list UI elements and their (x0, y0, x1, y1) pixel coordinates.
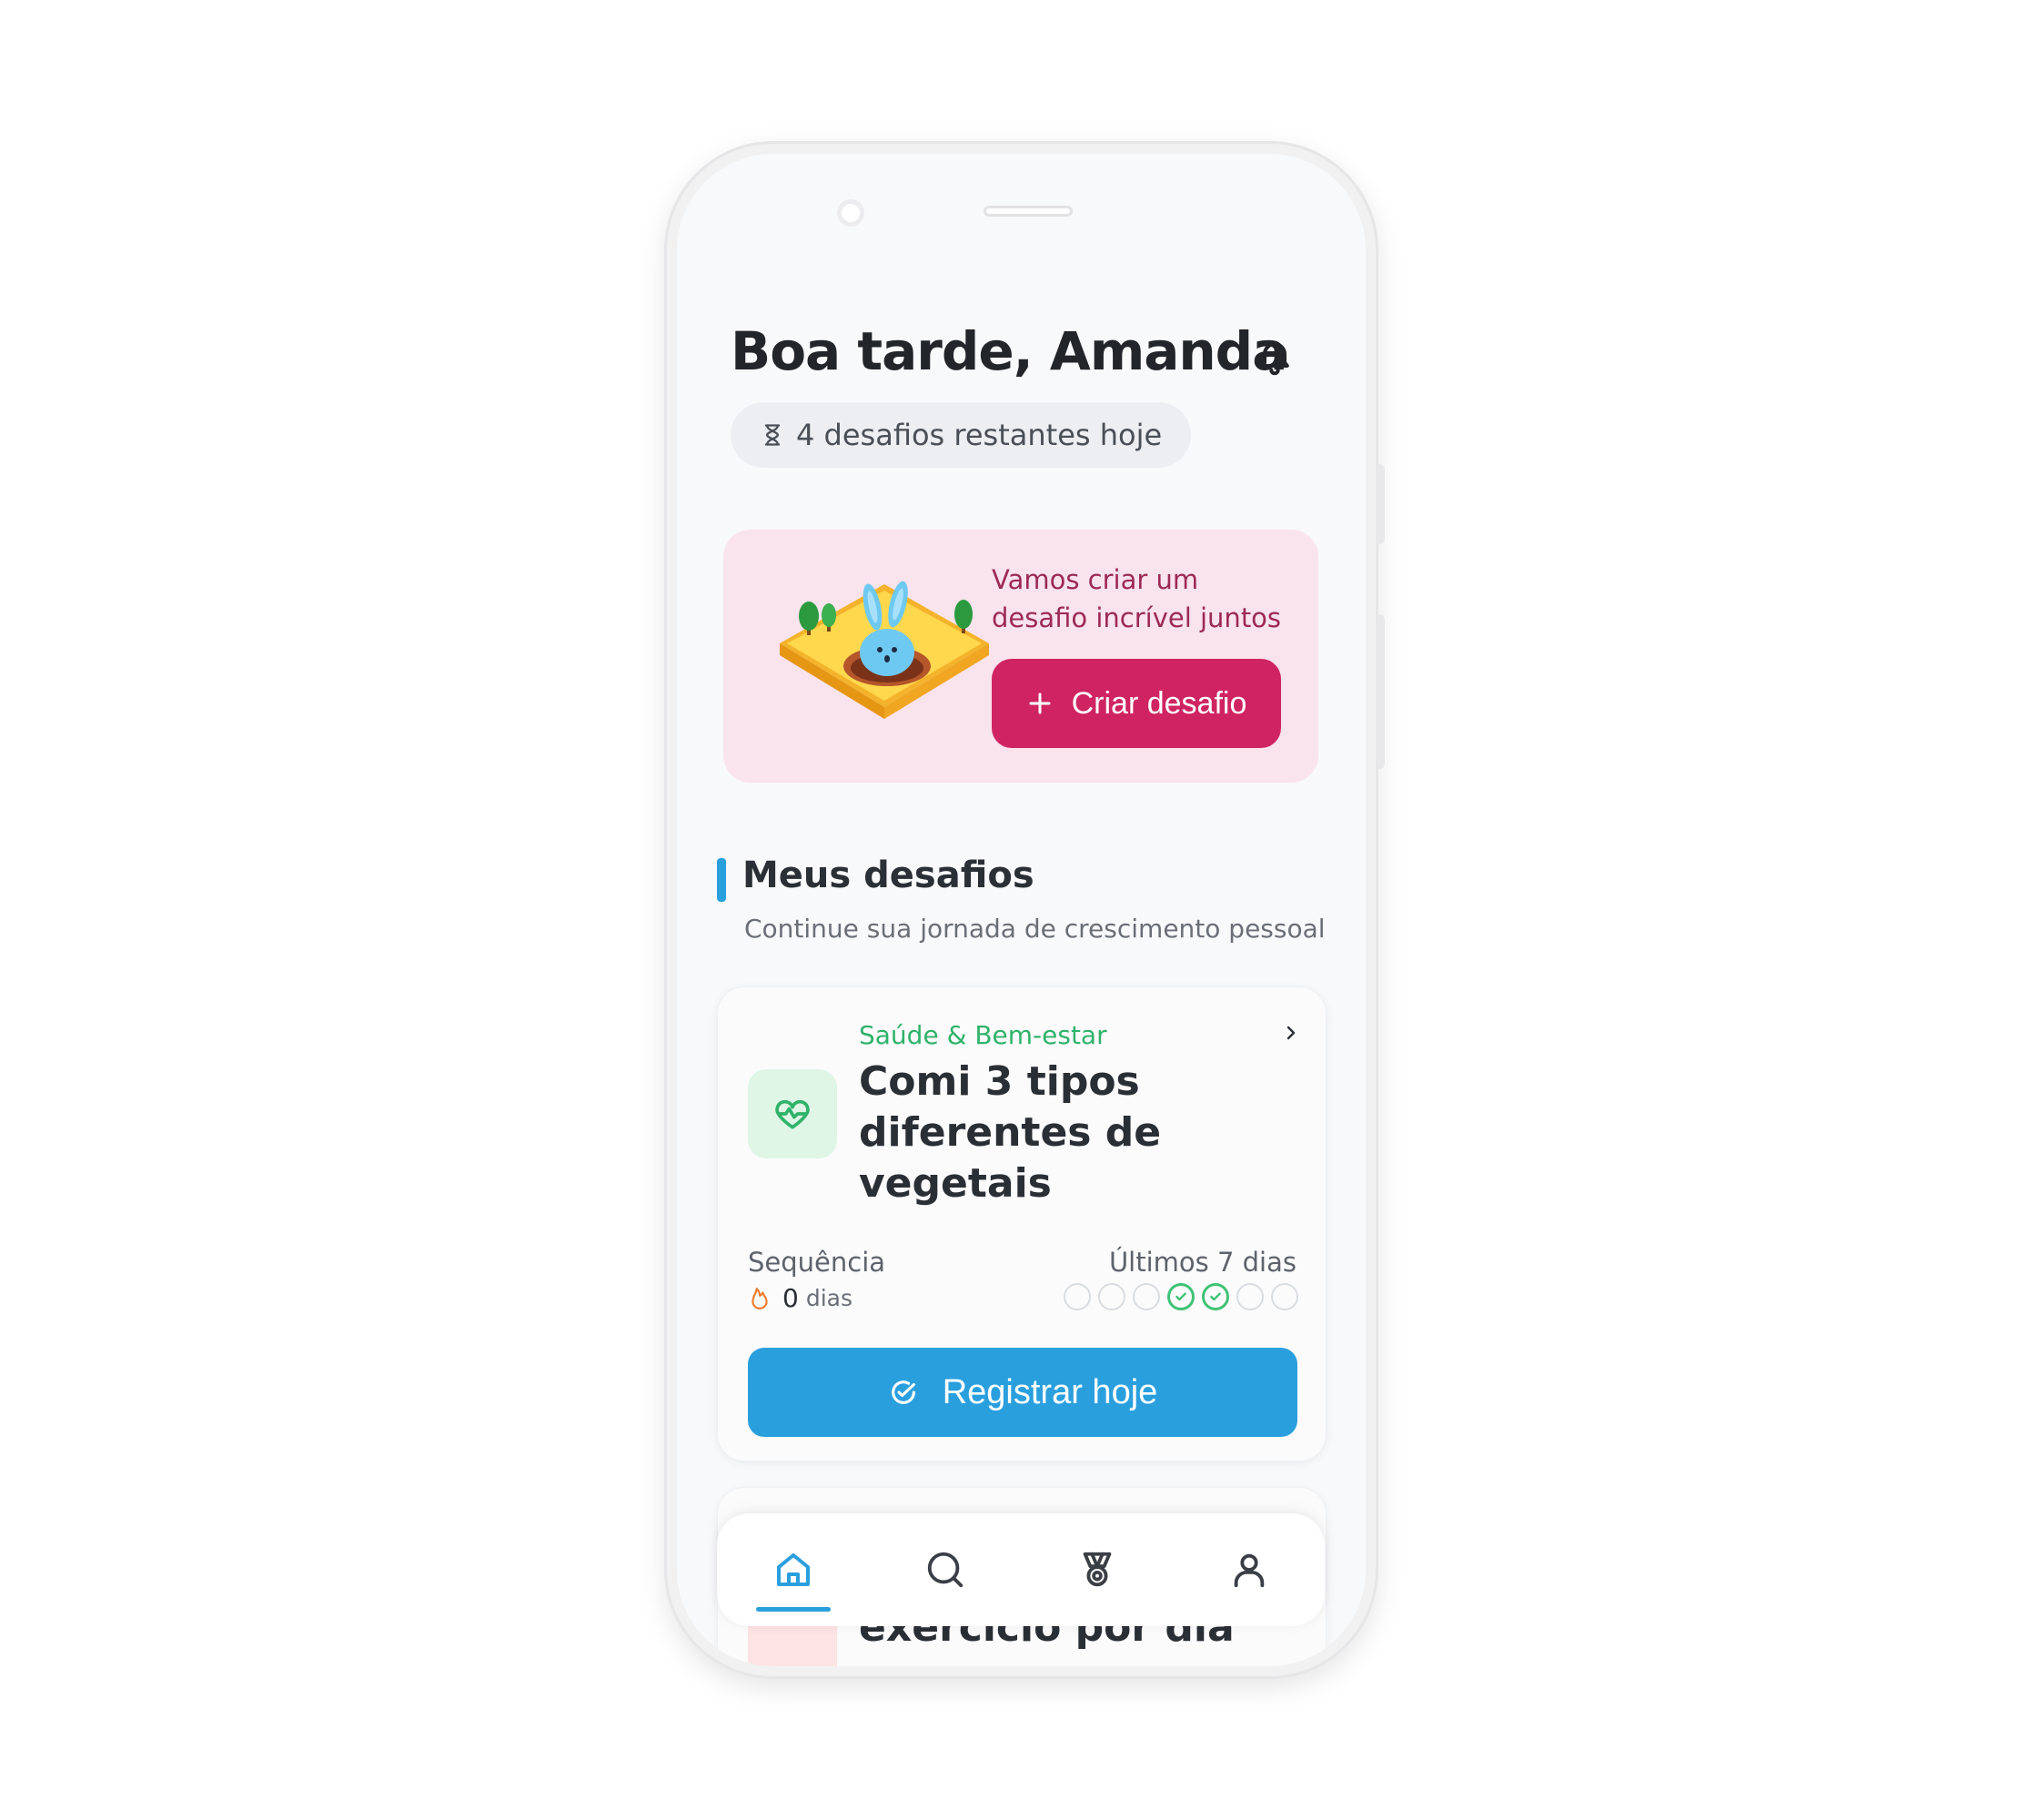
tab-search[interactable] (869, 1513, 1021, 1626)
volume-button (1377, 464, 1385, 544)
screen: Boa tarde, Amanda 4 desafios restantes h… (677, 154, 1366, 1666)
check-icon (1210, 1292, 1221, 1301)
remaining-badge: 4 desafios restantes hoje (731, 402, 1192, 468)
flame-icon (752, 1287, 768, 1309)
greeting-title: Boa tarde, Amanda (731, 320, 1287, 382)
search-icon (927, 1552, 963, 1588)
bunny-illustration (780, 581, 989, 719)
power-button (1377, 614, 1385, 769)
section-accent-bar (717, 858, 726, 902)
create-challenge-button[interactable]: Criar desafio (992, 659, 1281, 748)
plus-icon (1029, 693, 1051, 714)
tab-profile[interactable] (1173, 1513, 1325, 1626)
last-days-tracker (1064, 1283, 1298, 1310)
promo-message: Vamos criar um desafio incrível juntos (992, 564, 1282, 633)
challenge-category: Saúde & Bem-estar (859, 1020, 1107, 1050)
create-challenge-card: Vamos criar um desafio incrível juntos C… (723, 530, 1318, 783)
challenge-title: Comi 3 tipos diferentes de vegetais (859, 1058, 1162, 1207)
check-icon (1175, 1292, 1186, 1301)
streak-unit: dias (805, 1285, 853, 1311)
heart-pulse-icon (775, 1099, 810, 1129)
day-dot (1133, 1283, 1160, 1310)
register-today-label: Registrar hoje (942, 1372, 1158, 1411)
day-dot (1167, 1283, 1195, 1310)
day-dot (1236, 1283, 1264, 1310)
last-days-label: Últimos 7 dias (1108, 1247, 1296, 1278)
day-dot (1202, 1283, 1229, 1310)
chevron-right-icon[interactable] (1280, 1022, 1302, 1044)
bottom-tab-bar (717, 1513, 1325, 1626)
challenge-card[interactable]: Saúde & Bem-estar Comi 3 tipos diferente… (717, 986, 1327, 1461)
active-tab-indicator (756, 1607, 831, 1612)
hourglass-icon (764, 424, 781, 446)
remaining-text: 4 desafios restantes hoje (796, 418, 1163, 452)
bell-icon[interactable] (1255, 336, 1295, 376)
streak-label: Sequência (748, 1247, 886, 1278)
section-subtitle: Continue sua jornada de crescimento pess… (744, 914, 1326, 944)
streak-number: 0 (782, 1283, 799, 1313)
user-icon (1234, 1553, 1264, 1588)
section-title: Meus desafios (742, 854, 1034, 896)
medal-icon (1083, 1552, 1111, 1587)
challenge-icon-tile (748, 1069, 837, 1158)
speaker-grille (984, 206, 1073, 217)
tab-achievements[interactable] (1021, 1513, 1173, 1626)
day-dot (1271, 1283, 1298, 1310)
day-dot (1098, 1283, 1125, 1310)
phone-frame: Boa tarde, Amanda 4 desafios restantes h… (664, 141, 1385, 1679)
front-camera (837, 199, 864, 227)
check-circle-icon (891, 1380, 915, 1404)
day-dot (1064, 1283, 1091, 1310)
streak-value: 0 dias (748, 1283, 853, 1313)
home-icon (776, 1553, 810, 1586)
register-today-button[interactable]: Registrar hoje (748, 1348, 1297, 1437)
create-challenge-label: Criar desafio (1071, 685, 1247, 721)
